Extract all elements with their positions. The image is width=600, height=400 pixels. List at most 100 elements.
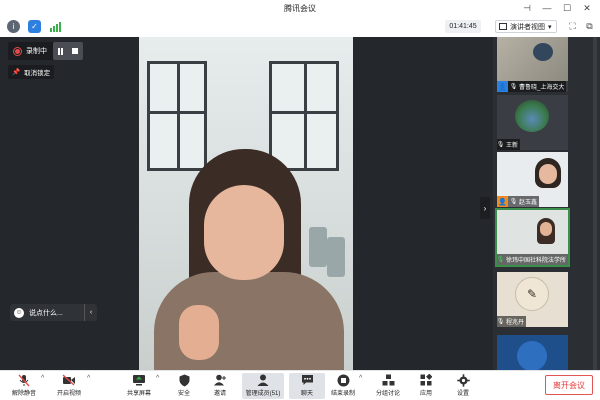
mic-icon: 🎙 [497,319,505,325]
say-something-input[interactable]: ☺ 说点什么... ‹ [10,304,97,321]
participant-tile-active[interactable]: 🎙 徐玮中国社科院法学所 [495,208,570,267]
participant-tile[interactable]: 🎙 王新 [497,95,568,150]
recording-indicator: 录制中 [8,42,83,60]
audio-options-caret-icon[interactable]: ^ [41,375,44,382]
pin-icon: 📌 [12,69,21,76]
participant-name-bar: 🎙 程兆丹 [497,316,527,327]
share-screen-button[interactable]: 共享屏幕 [121,373,157,399]
record-dot-icon [13,46,22,56]
participant-name-bar: 👤 🎙 曹鲁晓_上海交大 [497,81,567,92]
shield-icon[interactable]: ✓ [28,20,41,33]
fullscreen-icon[interactable]: ⛶ [566,20,579,33]
host-badge-icon: 👤 [497,81,508,92]
participant-tile[interactable]: ✎ 🎙 程兆丹 [497,272,568,327]
participant-name: 曹鲁晓_上海交大 [519,85,565,91]
participant-avatar: ✎ [515,277,549,311]
invite-button[interactable]: 邀请 [202,373,238,399]
mic-active-icon: 🎙 [497,257,505,263]
background-chair [309,227,327,267]
shield-icon [177,373,191,387]
camera-off-icon [62,373,76,387]
main-stage: 录制中 📌 取消锁定 ☺ 说点什么... ‹ › [0,37,493,370]
security-button[interactable]: 安全 [166,373,202,399]
layout-icon[interactable]: ⧉ [583,20,596,33]
mic-icon: 🎙 [497,142,505,148]
video-options-caret-icon[interactable]: ^ [87,375,90,382]
participant-tile[interactable]: 👤 🎙 曹鲁晓_上海交大 [497,37,568,92]
unmute-label: 解除静音 [11,391,36,397]
leave-meeting-button[interactable]: 离开会议 [545,375,593,395]
close-icon[interactable]: ✕ [580,2,594,14]
panel-scrollbar[interactable] [593,37,597,370]
settings-button[interactable]: 设置 [445,373,481,399]
view-mode-button[interactable]: 演讲者视图 ▾ [495,20,557,33]
manage-members-label: 管理成员(51) [245,391,281,397]
participant-tile[interactable]: 👤 🎙 赵玉鑫 [497,152,568,207]
background-window [269,61,339,171]
chevron-down-icon: ▾ [548,23,552,31]
invite-label: 邀请 [213,391,226,397]
share-screen-label: 共享屏幕 [126,391,151,397]
meeting-timer: 01:41:45 [445,20,481,33]
background-window [147,61,207,171]
apps-button[interactable]: 应用 [408,373,444,399]
participant-tile[interactable] [497,335,568,370]
breakout-icon [381,373,395,387]
meeting-toolbar: i ✓ 01:41:45 演讲者视图 ▾ ⛶ ⧉ [0,17,600,37]
maximize-icon[interactable]: ☐ [560,2,574,14]
chat-button[interactable]: 聊天 [289,373,325,399]
bottom-toolbar: 解除静音 ^ 开启视频 ^ 共享屏幕 ^ 安全 邀请 管理成员(51) 聊天 结… [0,370,600,400]
chat-label: 聊天 [300,391,313,397]
gear-icon [456,373,470,387]
participant-name-bar: 🎙 王新 [497,139,521,150]
speaker-hand [179,305,219,360]
apps-label: 应用 [419,391,432,397]
share-screen-icon [132,373,146,387]
minimize-icon[interactable]: — [540,2,554,14]
recording-controls [53,42,83,60]
say-something-placeholder: 说点什么... [29,309,63,317]
share-options-caret-icon[interactable]: ^ [156,375,159,382]
members-icon [256,373,270,387]
unlock-label: 取消锁定 [24,70,51,77]
participant-name-bar: 🎙 徐玮中国社科院法学所 [497,254,568,265]
unmute-button[interactable]: 解除静音 [6,373,42,399]
participant-avatar [517,341,547,370]
start-video-label: 开启视频 [56,391,81,397]
start-video-button[interactable]: 开启视频 [51,373,87,399]
stop-icon[interactable] [72,48,79,54]
manage-members-button[interactable]: 管理成员(51) [242,373,284,399]
security-label: 安全 [177,391,190,397]
settings-label: 设置 [456,391,469,397]
end-recording-label: 结束录制 [330,391,355,397]
mic-muted-icon [17,373,31,387]
window-controls: ⊣ — ☐ ✕ [520,2,594,14]
breakout-button[interactable]: 分组讨论 [370,373,406,399]
add-user-icon [213,373,227,387]
breakout-label: 分组讨论 [375,391,400,397]
speaker-face [204,185,284,280]
participant-face [539,164,557,184]
participant-name: 程兆丹 [506,320,525,326]
smile-icon: ☺ [14,307,24,318]
mic-icon: 🎙 [509,84,518,90]
info-icon[interactable]: i [7,20,20,33]
apps-icon [419,373,433,387]
pin-window-icon[interactable]: ⊣ [520,2,534,14]
title-bar: 腾讯会议 ⊣ — ☐ ✕ [0,0,600,17]
speaker-video[interactable] [139,37,353,370]
record-options-caret-icon[interactable]: ^ [359,375,362,382]
signal-icon[interactable] [49,20,62,33]
end-recording-button[interactable]: 结束录制 [325,373,361,399]
status-icons: i ✓ [7,20,62,33]
participant-name: 徐玮中国社科院法学所 [506,258,567,264]
unlock-button[interactable]: 📌 取消锁定 [8,65,55,79]
grid-view-icon [499,23,507,30]
mic-icon: 🎙 [509,199,518,205]
chevron-left-icon[interactable]: ‹ [85,309,97,316]
pause-icon[interactable] [57,47,63,55]
participant-video [497,37,568,81]
participant-name-bar: 👤 🎙 赵玉鑫 [497,196,540,207]
participant-avatar [515,100,549,132]
collapse-panel-button[interactable]: › [480,197,490,219]
